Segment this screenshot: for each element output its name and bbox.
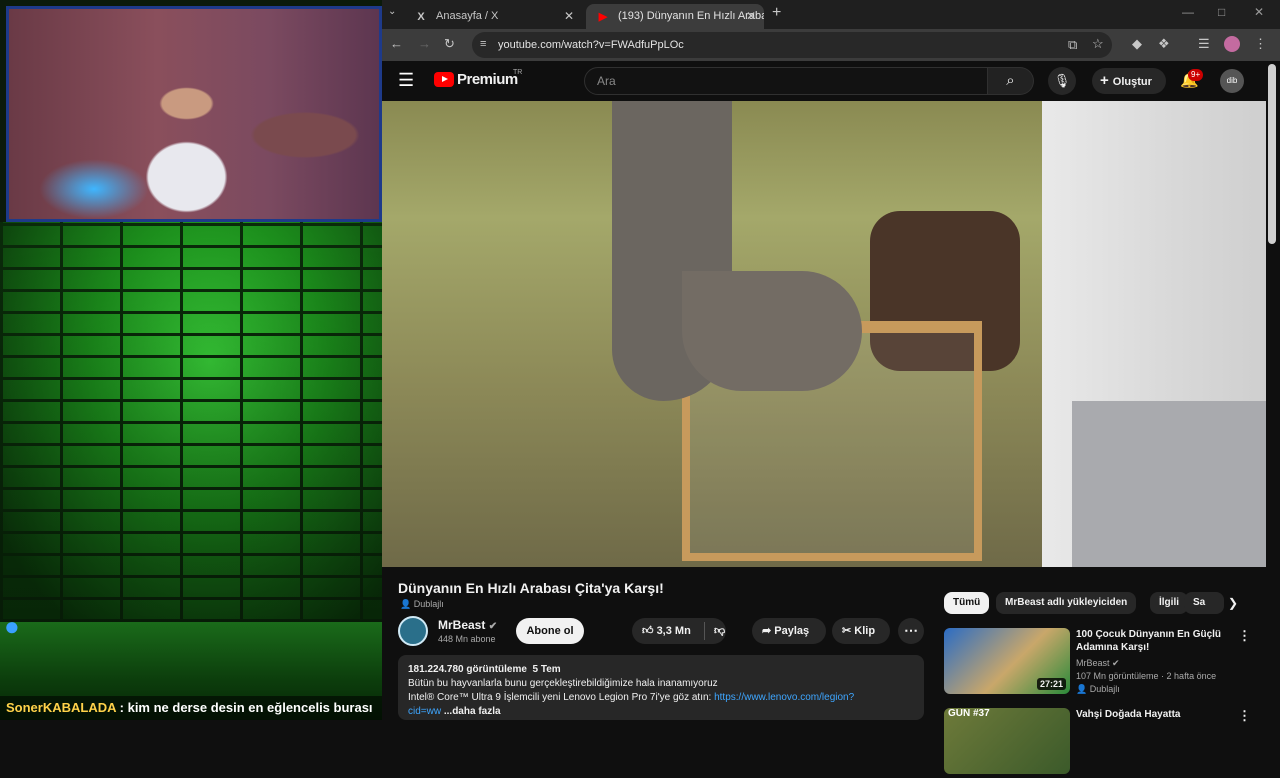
notification-count-badge: 9+ bbox=[1188, 69, 1204, 81]
new-tab-plus-icon[interactable]: + bbox=[772, 4, 781, 22]
clip-button[interactable]: ✂ Klip bbox=[832, 618, 890, 644]
video-frame-person-pants bbox=[1072, 401, 1266, 567]
tab-youtube-video[interactable]: ▶ (193) Dünyanın En Hızlı Araba ✕ bbox=[586, 4, 764, 29]
browser-menu-icon[interactable]: ⋮ bbox=[1254, 36, 1267, 52]
search-button[interactable]: ⌕ bbox=[988, 67, 1034, 95]
youtube-icon: ▶ bbox=[598, 11, 608, 23]
browser-toolbar: ← → ↻ ≡ youtube.com/watch?v=FWAdfuPpLOc … bbox=[382, 29, 1280, 61]
install-app-icon[interactable]: ⧉ bbox=[1068, 37, 1077, 53]
media-control-icon[interactable]: ☰ bbox=[1198, 36, 1210, 52]
thumbs-down-icon: 👎︎ bbox=[714, 625, 726, 637]
share-arrow-icon: ➦ bbox=[762, 625, 772, 637]
clip-label: Klip bbox=[854, 625, 876, 637]
scissors-icon: ✂ bbox=[842, 625, 852, 637]
description-line-3: cid=ww ...daha fazla bbox=[408, 705, 914, 719]
region-code: TR bbox=[513, 69, 523, 76]
minimize-icon[interactable]: — bbox=[1182, 5, 1194, 19]
tab-label: Anasayfa / X bbox=[436, 10, 499, 22]
page-scrollbar-thumb[interactable] bbox=[1268, 64, 1276, 244]
close-tab-icon[interactable]: ✕ bbox=[564, 4, 574, 29]
reload-icon[interactable]: ↻ bbox=[444, 36, 455, 52]
x-logo-icon: X bbox=[417, 11, 425, 23]
dislike-button[interactable]: 👎︎ bbox=[714, 618, 725, 644]
description-line-2: Intel® Core™ Ultra 9 İşlemcili yeni Leno… bbox=[408, 691, 914, 705]
youtube-premium-logo[interactable]: Premium bbox=[457, 71, 518, 88]
subscriber-count: 448 Mn abone bbox=[438, 634, 496, 644]
dubbed-badge: 👤 Dublajlı bbox=[400, 599, 444, 609]
description-stats: 181.224.780 görüntüleme 5 Tem bbox=[408, 663, 914, 677]
description-box[interactable]: 181.224.780 görüntüleme 5 Tem Bütün bu h… bbox=[398, 655, 924, 720]
browser-window: ⌄ X Anasayfa / X ✕ ▶ (193) Dünyanın En H… bbox=[382, 0, 1280, 720]
description-link-cont[interactable]: cid=ww bbox=[408, 706, 441, 717]
search-input[interactable]: Ara bbox=[584, 67, 988, 95]
address-bar[interactable]: ≡ youtube.com/watch?v=FWAdfuPpLOc ⧉ ☆ bbox=[472, 32, 1112, 58]
share-button[interactable]: ➦ Paylaş bbox=[752, 618, 826, 644]
account-avatar[interactable]: dib bbox=[1220, 69, 1244, 93]
video-info-section: Dünyanın En Hızlı Arabası Çita'ya Karşı!… bbox=[382, 567, 1266, 720]
description-link[interactable]: https://www.lenovo.com/legion? bbox=[714, 692, 854, 703]
youtube-header: ☰ Premium TR Ara ⌕ 🎙 + Oluştur 🔔 9+ dib bbox=[382, 61, 1280, 101]
back-arrow-icon[interactable]: ← bbox=[390, 36, 403, 51]
extensions-puzzle-icon[interactable]: ❖ bbox=[1158, 36, 1170, 52]
verified-check-icon: ✔ bbox=[488, 621, 498, 632]
url-text: youtube.com/watch?v=FWAdfuPpLOc bbox=[498, 39, 684, 51]
tab-label: (193) Dünyanın En Hızlı Araba bbox=[618, 10, 764, 22]
stream-overlay: ● SonerKABALADA : kim ne derse desin en … bbox=[0, 0, 382, 720]
view-count: 181.224.780 görüntüleme bbox=[408, 664, 527, 675]
show-more-link[interactable]: ...daha fazla bbox=[444, 706, 501, 717]
thumbs-up-icon: 👍︎ bbox=[642, 625, 654, 637]
search-placeholder: Ara bbox=[597, 74, 616, 88]
tab-strip: ⌄ X Anasayfa / X ✕ ▶ (193) Dünyanın En H… bbox=[382, 0, 1280, 29]
create-button[interactable]: + Oluştur bbox=[1092, 68, 1166, 94]
microphone-icon: 🎙 bbox=[1053, 73, 1071, 88]
plus-icon: + bbox=[1100, 72, 1109, 89]
search-icon: ⌕ bbox=[1006, 72, 1015, 89]
close-tab-icon[interactable]: ✕ bbox=[746, 4, 756, 29]
like-separator bbox=[704, 622, 705, 640]
green-brick-background bbox=[0, 222, 382, 622]
site-info-icon[interactable]: ≡ bbox=[480, 38, 486, 50]
window-close-icon[interactable]: ✕ bbox=[1254, 5, 1264, 19]
video-title: Dünyanın En Hızlı Arabası Çita'ya Karşı! bbox=[398, 580, 664, 596]
tab-x-home[interactable]: X Anasayfa / X ✕ bbox=[404, 4, 582, 29]
tab-search-chevron-icon[interactable]: ⌄ bbox=[388, 6, 396, 17]
location-pin-icon: ● bbox=[4, 611, 20, 641]
like-button[interactable]: 👍︎ 3,3 Mn bbox=[642, 618, 691, 644]
video-frame-trunk-curl bbox=[682, 271, 862, 391]
description-promo-text: Intel® Core™ Ultra 9 İşlemcili yeni Leno… bbox=[408, 692, 715, 703]
webcam-blue-light bbox=[39, 159, 149, 219]
voice-search-button[interactable]: 🎙 bbox=[1048, 67, 1076, 95]
more-actions-button[interactable]: ⋯ bbox=[898, 618, 924, 644]
channel-avatar[interactable] bbox=[398, 616, 428, 646]
chat-text: kim ne derse desin en eğlencelis burası bbox=[127, 700, 373, 715]
description-line-1: Bütün bu hayvanlarla bunu gerçekleştireb… bbox=[408, 678, 718, 689]
chat-message: SonerKABALADA : kim ne derse desin en eğ… bbox=[0, 696, 382, 720]
chat-username: SonerKABALADA bbox=[6, 700, 117, 715]
youtube-logo-icon[interactable] bbox=[434, 72, 454, 87]
subscribe-button[interactable]: Abone ol bbox=[516, 618, 584, 644]
hamburger-menu-icon[interactable]: ☰ bbox=[398, 70, 414, 91]
chat-separator: : bbox=[116, 700, 128, 715]
maximize-icon[interactable]: □ bbox=[1218, 5, 1225, 19]
like-dislike-group: 👍︎ 3,3 Mn 👎︎ bbox=[632, 618, 726, 644]
like-count: 3,3 Mn bbox=[656, 625, 691, 637]
dubbed-label: Dublajlı bbox=[413, 599, 444, 609]
upload-date: 5 Tem bbox=[532, 664, 561, 675]
browser-profile-avatar[interactable] bbox=[1224, 36, 1240, 52]
channel-name[interactable]: MrBeast ✔ bbox=[438, 618, 497, 632]
video-player[interactable] bbox=[382, 101, 1266, 567]
create-label: Oluştur bbox=[1112, 76, 1152, 88]
webcam-frame bbox=[6, 6, 382, 222]
extension-diamond-icon[interactable]: ◆ bbox=[1132, 36, 1142, 52]
share-label: Paylaş bbox=[774, 625, 810, 637]
bookmark-star-icon[interactable]: ☆ bbox=[1092, 36, 1104, 52]
channel-name-text: MrBeast bbox=[438, 618, 486, 632]
forward-arrow-icon[interactable]: → bbox=[418, 36, 431, 51]
